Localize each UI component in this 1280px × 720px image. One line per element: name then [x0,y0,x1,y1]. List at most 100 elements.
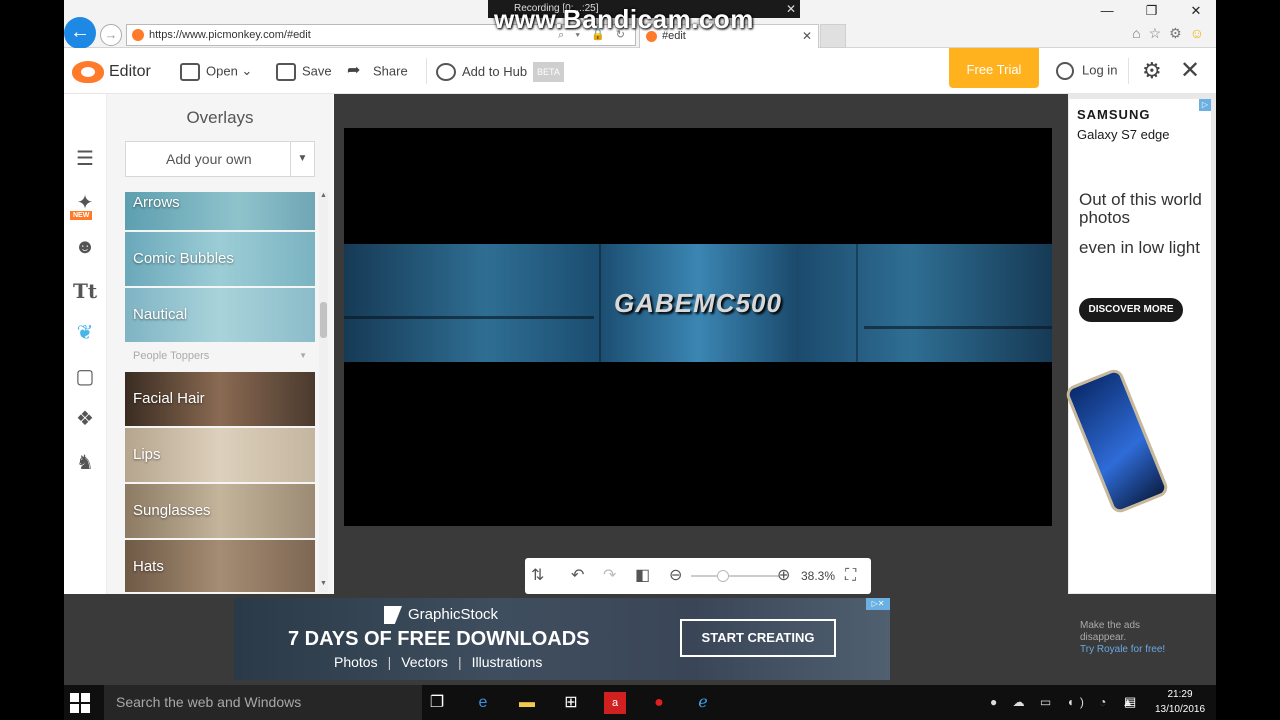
list-item[interactable]: Nautical [125,288,315,342]
list-item[interactable]: Comic Bubbles [125,232,315,286]
feedback-smiley-icon[interactable]: ☺ [1190,25,1212,41]
list-item[interactable]: Hats [125,540,315,592]
home-icon[interactable]: ⌂ [1132,25,1148,41]
zoom-slider-track[interactable] [691,575,779,577]
layers-icon[interactable]: ⇅ [531,566,544,586]
task-view-icon[interactable]: ❐ [426,692,448,714]
maximize-button[interactable]: ❐ [1132,0,1172,22]
window-close-button[interactable]: ✕ [1176,0,1216,22]
picmonkey-logo-icon[interactable] [72,61,104,83]
discover-more-button[interactable]: DISCOVER MORE [1079,298,1183,322]
royale-link[interactable]: Try Royale for free! [1080,644,1165,656]
zoom-in-icon[interactable]: ⊕ [777,566,790,586]
group-header[interactable]: People Toppers ▼ [125,346,315,366]
list-item[interactable]: Lips [125,428,315,482]
image-canvas[interactable]: GABEMC500 [344,128,1052,526]
dropdown-arrow-icon[interactable]: ▼ [290,142,314,176]
textures-icon[interactable]: ❖ [72,406,98,432]
login-button[interactable]: Log in [1056,62,1117,80]
share-button[interactable]: ➦ Share [347,62,408,81]
scroll-up-icon[interactable]: ▲ [319,192,328,204]
avira-icon[interactable]: a [604,692,626,714]
overlay-label: Hats [133,558,164,575]
share-arrow-icon: ➦ [347,61,361,79]
ad-category: Illustrations [471,654,543,670]
phone-image [1063,366,1171,516]
back-button[interactable]: ← [64,17,96,49]
site-favicon-icon [132,29,144,41]
open-image-icon [180,62,200,81]
add-to-hub-button[interactable]: Add to Hub BETA [436,62,564,82]
samsung-ad[interactable]: ▷ SAMSUNG Galaxy S7 edge Out of this wor… [1063,99,1211,593]
list-item[interactable]: Sunglasses [125,484,315,538]
system-tray-icons[interactable]: ● ☁ ▭ ◖) ◔ ▲ [990,695,1140,709]
list-item[interactable]: Facial Hair [125,372,315,426]
redo-icon[interactable]: ↷ [603,566,616,586]
settings-gear-icon[interactable]: ⚙ [1142,58,1162,84]
graphicstock-mark-icon [384,606,402,625]
workspace: GABEMC500 ⇅ ↶ ↷ ◧ ⊖ ⊕ 38.3% ⛶ [334,94,1068,594]
panel-scrollbar[interactable]: ▲ ▼ [319,192,328,592]
close-editor-icon[interactable]: ✕ [1180,56,1200,85]
overlays-butterfly-icon[interactable]: ❦ [72,320,98,346]
ad-brand-label: GraphicStock [408,606,499,623]
save-label: Save [302,63,332,79]
action-center-icon[interactable]: ▤ [1124,694,1136,710]
graphicstock-ad[interactable]: GraphicStock 7 DAYS OF FREE DOWNLOADS Ph… [234,598,890,680]
graphicstock-logo: GraphicStock [384,606,499,625]
edge-browser-icon[interactable]: e [472,692,494,714]
settings-gear-icon[interactable]: ⚙ [1169,25,1190,41]
file-explorer-icon[interactable]: ▬ [516,692,538,714]
screen: ← → https://www.picmonkey.com/#edit ⌕ ▾ … [0,0,1280,720]
browser-chrome: ← → https://www.picmonkey.com/#edit ⌕ ▾ … [64,0,1216,49]
overlay-label: Arrows [133,194,180,211]
recorder-close-icon[interactable]: ✕ [786,0,796,18]
scroll-down-icon[interactable]: ▼ [319,580,328,592]
touch-up-face-icon[interactable]: ☻ [72,234,98,260]
free-trial-button[interactable]: Free Trial [949,48,1039,88]
ad-line-1: Out of this world photos [1079,190,1202,227]
fullscreen-icon[interactable]: ⛶ [845,566,856,586]
internet-explorer-icon[interactable]: ℯ [692,692,714,714]
text-tool-icon[interactable]: Tt [72,278,98,304]
store-icon[interactable]: ⊞ [560,692,582,714]
ad-category: Photos [334,654,378,670]
save-button[interactable]: Save [276,62,332,81]
frames-icon[interactable]: ▢ [72,364,98,390]
adchoices-icon[interactable]: ▷✕ [866,598,890,610]
tab-close-icon[interactable]: ✕ [802,25,812,47]
themes-cat-icon[interactable]: ♞ [72,450,98,476]
address-url: https://www.picmonkey.com/#edit [149,29,311,41]
ad-product: Galaxy S7 edge [1077,127,1170,142]
new-tab-button[interactable] [820,24,846,48]
windows-start-icon[interactable] [70,693,90,713]
start-creating-button[interactable]: START CREATING [680,619,836,657]
ad-categories: Photos | Vectors | Illustrations [334,654,542,670]
bandicam-record-icon[interactable]: ● [648,692,670,714]
adjustments-sliders-icon[interactable]: ☰ [72,146,98,172]
bottom-ad-area: GraphicStock 7 DAYS OF FREE DOWNLOADS Ph… [64,594,1216,685]
add-your-own-button[interactable]: Add your own ▼ [125,141,315,177]
minimize-button[interactable]: — [1087,0,1127,22]
favorites-star-icon[interactable]: ☆ [1149,25,1170,41]
add-your-own-label: Add your own [166,151,252,167]
hub-icon [436,63,456,81]
adchoices-icon[interactable]: ▷ [1199,99,1211,111]
undo-icon[interactable]: ↶ [571,566,584,586]
scroll-thumb[interactable] [320,302,327,338]
panel-title: Overlays [186,108,254,127]
ad-line-2: even in low light [1079,238,1200,257]
forward-button[interactable]: → [100,24,122,46]
zoom-out-icon[interactable]: ⊖ [669,566,682,586]
overlays-panel: Overlays Add your own ▼ Arrows Comic Bub… [107,94,333,594]
royale-promo: Make the ads disappear. Try Royale for f… [1080,620,1165,656]
list-item[interactable]: Arrows [125,192,315,230]
taskbar-clock[interactable]: 21:29 13/10/2016 [1154,687,1206,717]
taskbar-search[interactable]: Search the web and Windows [104,685,422,720]
chevron-down-icon: ⌄ [237,63,253,78]
open-button[interactable]: Open ⌄ [180,62,252,81]
zoom-slider-knob[interactable] [717,570,729,582]
ad-category-separator: | [457,654,462,670]
overlay-label: Lips [133,446,161,463]
compare-icon[interactable]: ◧ [635,566,650,586]
